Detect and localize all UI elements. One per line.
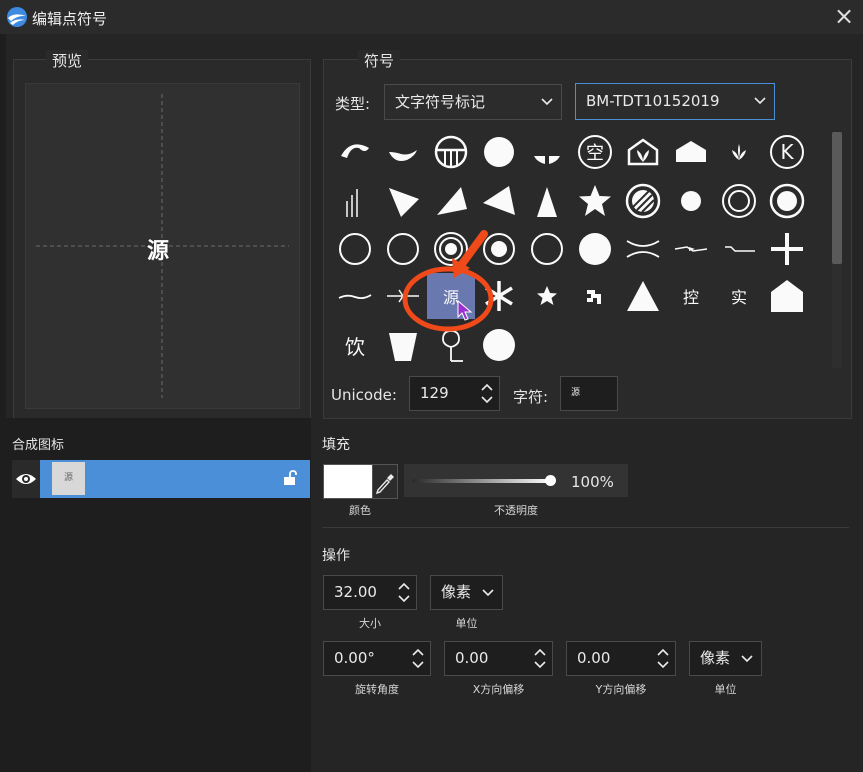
symbol-house-icon[interactable] [767,276,807,316]
chevron-down-icon [754,84,766,131]
x-offset-input[interactable]: 0.00 [444,641,553,676]
x-offset-label: X方向偏移 [472,683,525,696]
symbol-small-star-icon[interactable] [527,276,567,316]
opacity-label: 不透明度 [494,504,538,517]
symbol-k-text: K [780,140,794,164]
symbol-scrollbar-thumb[interactable] [832,132,842,264]
annotation-highlight [402,230,494,332]
symbol-swastika-flag-icon[interactable] [575,276,615,316]
symbol-shi-text: 实 [730,288,747,307]
symbol-house-plant-icon[interactable] [623,132,663,172]
opacity-slider-handle[interactable] [545,475,556,486]
font-select[interactable]: BM-TDT10152019 [575,83,775,120]
type-select-value: 文字符号标记 [395,93,486,111]
y-offset-input[interactable]: 0.00 [566,641,676,676]
symbol-big-triangle-icon[interactable] [623,276,663,316]
type-select[interactable]: 文字符号标记 [384,84,562,120]
offset-unit-select[interactable]: 像素 [689,641,762,676]
close-icon[interactable]: × [830,2,858,30]
y-offset-label: Y方向偏移 [595,683,647,696]
font-select-value: BM-TDT10152019 [586,92,720,110]
unicode-label: Unicode: [331,386,397,404]
app-logo-icon [6,6,28,28]
title-bar [0,0,863,34]
size-label: 大小 [359,617,381,630]
symbol-yin-text-icon[interactable]: 饮 [335,325,375,365]
eyedropper-icon [375,474,394,495]
symbol-ring-icon[interactable] [335,229,375,269]
symbol-lines-icon[interactable] [335,181,375,221]
fill-title: 填充 [322,437,350,453]
symbol-filled-circle-icon[interactable] [575,229,615,269]
symbol-yin-text: 饮 [345,334,365,359]
stepper-arrows-icon[interactable] [481,377,493,422]
rotation-input[interactable]: 0.00° [323,641,431,676]
symbol-dash-line-icon[interactable] [719,229,759,269]
symbol-kong2-text: 控 [682,288,699,307]
type-label: 类型: [335,95,371,113]
char-label: 字符: [513,388,549,406]
opacity-slider-track[interactable] [412,479,552,483]
preview-group-title: 预览 [46,50,89,71]
eyedropper-button[interactable] [372,464,398,499]
ops-title: 操作 [322,548,350,564]
symbol-k-circle-icon[interactable]: K [767,132,807,172]
symbol-shi-text-icon[interactable]: 实 [719,276,759,316]
window-title: 编辑点符号 [32,10,108,28]
eye-icon[interactable] [15,471,37,491]
symbol-pentagon-icon[interactable] [671,132,711,172]
symbol-small-dot-icon[interactable] [671,181,711,221]
layers-title: 合成图标 [12,438,65,453]
char-input[interactable]: 源 [560,376,618,411]
size-value: 32.00 [334,583,377,601]
symbol-filled-circle-icon[interactable] [479,132,519,172]
y-offset-value: 0.00 [577,649,611,667]
symbol-hatched-circle-icon[interactable] [623,181,663,221]
symbol-double-ring-icon[interactable] [719,181,759,221]
unit-select[interactable]: 像素 [430,575,503,610]
char-value: 源 [571,388,581,398]
rotation-label: 旋转角度 [355,683,399,696]
size-input[interactable]: 32.00 [323,575,417,610]
section-divider [322,527,849,528]
unit-label: 单位 [455,617,478,630]
unicode-value: 129 [420,384,449,402]
symbol-bullseye-icon[interactable] [767,181,807,221]
symbol-wave-icon[interactable] [383,132,423,172]
symbol-down-triangle-icon[interactable] [383,181,423,221]
offset-unit-value: 像素 [700,649,731,667]
opacity-value: 100% [571,473,614,491]
color-label: 颜色 [349,504,371,517]
unlock-icon[interactable] [283,470,297,490]
symbol-bridge-icon[interactable] [623,229,663,269]
symbol-arrow-line-icon[interactable] [671,229,711,269]
unit-select-value: 像素 [441,583,472,601]
layer-thumbnail: 源 [52,462,85,495]
unicode-input[interactable]: 129 [409,376,500,411]
color-swatch[interactable] [323,464,374,499]
chevron-down-icon [541,85,553,132]
symbol-crescent-icon[interactable] [335,132,375,172]
preview-canvas: 源 [25,83,300,409]
preview-glyph: 源 [147,239,170,264]
symbol-plus-icon[interactable] [767,229,807,269]
symbol-wave-line-icon[interactable] [335,276,375,316]
offset-unit-label: 单位 [714,683,737,696]
symbol-kong2-text-icon[interactable]: 控 [671,276,711,316]
symbol-kong-text: 空 [586,143,604,164]
rotation-value: 0.00° [334,649,375,667]
symbol-group-title: 符号 [358,50,401,71]
symbol-left-triangle-icon[interactable] [479,181,519,221]
x-offset-value: 0.00 [455,649,489,667]
symbol-peak-icon[interactable] [527,181,567,221]
symbol-star-icon[interactable] [575,181,615,221]
symbol-sprout-icon[interactable] [719,132,759,172]
symbol-kong-circle-icon[interactable]: 空 [575,132,615,172]
symbol-triangle-icon[interactable] [431,181,471,221]
mouse-cursor-icon [457,300,473,321]
symbol-split-bowl-icon[interactable] [527,132,567,172]
symbol-ring-icon[interactable] [527,229,567,269]
symbol-circle-bars-icon[interactable] [431,132,471,172]
